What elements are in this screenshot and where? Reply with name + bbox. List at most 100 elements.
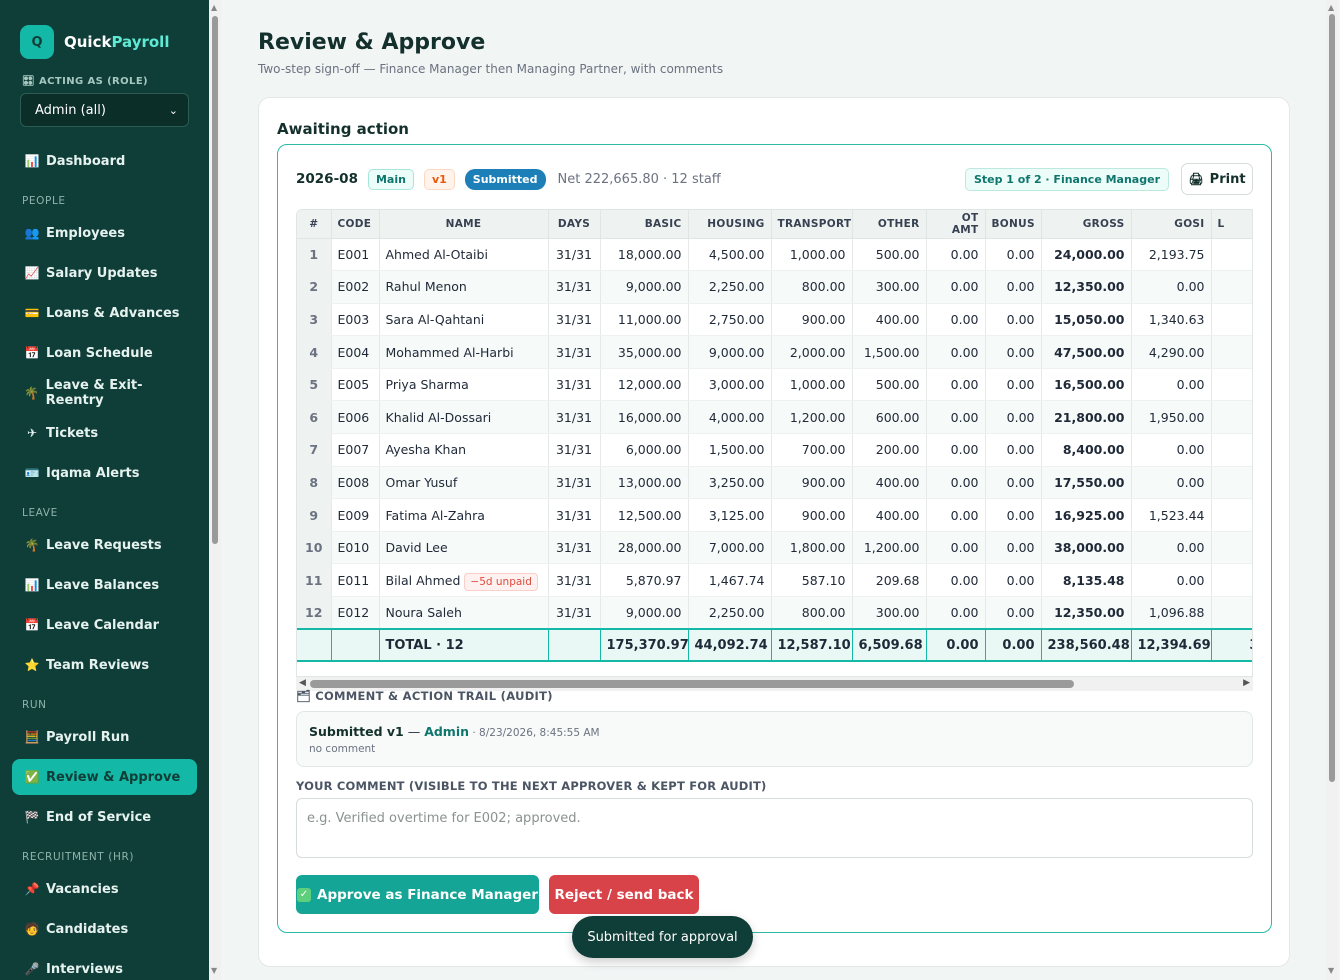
column-header[interactable]: DAYS xyxy=(548,210,601,239)
role-label: 🎛 ACTING AS (ROLE) xyxy=(22,76,149,87)
gosi-amount: 1,950.00 xyxy=(1131,400,1212,435)
days-worked: 31/31 xyxy=(548,270,601,304)
housing-amount: 3,250.00 xyxy=(688,466,772,500)
loan-amount xyxy=(1211,531,1252,565)
basic-amount: 9,000.00 xyxy=(600,270,689,304)
table-scroll-thumb[interactable] xyxy=(310,680,1074,688)
table-row[interactable]: 2 E002 Rahul Menon 31/31 9,000.00 2,250.00 800… xyxy=(297,270,1252,304)
gross-amount: 16,500.00 xyxy=(1041,368,1132,402)
scroll-left-arrow-icon[interactable]: ◀ xyxy=(299,678,306,688)
gross-amount: 16,925.00 xyxy=(1041,498,1132,532)
other-amount: 300.00 xyxy=(852,596,927,630)
table-row[interactable]: 5 E005 Priya Sharma 31/31 12,000.00 3,000.00 1… xyxy=(297,368,1252,402)
employee-name: Sara Al-Qahtani xyxy=(379,303,549,337)
table-row[interactable]: 10 E010 David Lee 31/31 28,000.00 7,000.00 1,8… xyxy=(297,531,1252,565)
housing-amount: 3,125.00 xyxy=(688,498,772,532)
total-transport: 12,587.10 xyxy=(771,628,853,663)
bonus-amount: 0.00 xyxy=(985,563,1042,598)
reject-button[interactable]: Reject / send back xyxy=(549,875,699,914)
sidebar-scroll-thumb[interactable] xyxy=(212,16,218,544)
status-badge: Submitted xyxy=(464,168,546,190)
employee-code: E003 xyxy=(331,303,380,337)
column-header[interactable]: GROSS xyxy=(1041,210,1132,239)
scroll-up-arrow-icon[interactable]: ▲ xyxy=(1328,3,1334,12)
sidebar-item-interviews[interactable]: 🎤 Interviews xyxy=(12,951,197,980)
brand[interactable]: Q QuickPayroll xyxy=(0,0,209,60)
approve-button[interactable]: ✓ Approve as Finance Manager xyxy=(296,875,539,914)
basic-amount: 5,870.97 xyxy=(600,563,689,598)
column-header[interactable]: OT AMT xyxy=(926,210,986,239)
gosi-amount: 1,096.88 xyxy=(1131,596,1212,630)
sidebar-item-loans-advances[interactable]: 💳 Loans & Advances xyxy=(12,295,197,331)
other-amount: 600.00 xyxy=(852,400,927,435)
days-worked: 31/31 xyxy=(548,596,601,630)
column-header[interactable]: BONUS xyxy=(985,210,1042,239)
table-row[interactable]: 7 E007 Ayesha Khan 31/31 6,000.00 1,500.00 700… xyxy=(297,433,1252,467)
sidebar-item-team-reviews[interactable]: ⭐ Team Reviews xyxy=(12,647,197,683)
table-row[interactable]: 1 E001 Ahmed Al-Otaibi 31/31 18,000.00 4,500.… xyxy=(297,238,1252,272)
column-header[interactable]: # xyxy=(297,210,332,239)
scroll-down-arrow-icon[interactable]: ▼ xyxy=(211,966,217,975)
sidebar-item-leave-exit-reentry[interactable]: 🌴 Leave & Exit-Reentry xyxy=(12,375,197,411)
table-row[interactable]: 6 E006 Khalid Al-Dossari 31/31 16,000.00 4,00… xyxy=(297,400,1252,435)
sidebar-item-vacancies[interactable]: 📌 Vacancies xyxy=(12,871,197,907)
sidebar-item-label: Review & Approve xyxy=(46,769,181,785)
column-header[interactable]: TRANSPORT xyxy=(771,210,853,239)
employee-name-text: Mohammed Al-Harbi xyxy=(385,344,514,360)
table-row[interactable]: 3 E003 Sara Al-Qahtani 31/31 11,000.00 2,750.… xyxy=(297,303,1252,337)
days-worked: 31/31 xyxy=(548,531,601,565)
page-scrollbar[interactable]: ▲ ▼ xyxy=(1326,0,1338,980)
page-title: Review & Approve xyxy=(258,30,486,55)
sidebar-item-payroll-run[interactable]: 🧮 Payroll Run xyxy=(12,719,197,755)
table-row[interactable]: 12 E012 Noura Saleh 31/31 9,000.00 2,250.00 80… xyxy=(297,596,1252,630)
sidebar-item-leave-requests[interactable]: 🌴 Leave Requests xyxy=(12,527,197,563)
column-header[interactable]: GOSI xyxy=(1131,210,1212,239)
sidebar-item-label: Loan Schedule xyxy=(46,345,153,361)
sidebar-item-label: Leave Requests xyxy=(46,537,162,553)
column-header[interactable]: NAME xyxy=(379,210,549,239)
payroll-table-container[interactable]: # CODE NAME DAYS BASIC HOUSING TRANSPORT OTHER O… xyxy=(296,209,1253,677)
other-amount: 209.68 xyxy=(852,563,927,598)
column-header[interactable]: BASIC xyxy=(600,210,689,239)
column-header[interactable]: OTHER xyxy=(852,210,927,239)
comment-label: YOUR COMMENT (VISIBLE TO THE NEXT APPROV… xyxy=(296,779,767,793)
comment-textarea[interactable]: e.g. Verified overtime for E002; approve… xyxy=(296,798,1253,858)
awaiting-card: Awaiting action 2026-08 Main v1 Submitte… xyxy=(258,97,1290,967)
sidebar-item-dashboard[interactable]: 📊 Dashboard xyxy=(12,143,197,179)
sidebar-item-loan-schedule[interactable]: 📅 Loan Schedule xyxy=(12,335,197,371)
column-header[interactable]: L xyxy=(1211,210,1252,239)
transport-amount: 587.10 xyxy=(771,563,853,598)
table-row[interactable]: 11 E011 Bilal Ahmed −5d unpaid 31/31 5,870.97… xyxy=(297,563,1252,598)
scroll-right-arrow-icon[interactable]: ▶ xyxy=(1243,678,1250,688)
transport-amount: 800.00 xyxy=(771,270,853,304)
scroll-up-arrow-icon[interactable]: ▲ xyxy=(211,3,217,12)
table-row[interactable]: 8 E008 Omar Yusuf 31/31 13,000.00 3,250.00 900… xyxy=(297,466,1252,500)
sidebar-item-iqama-alerts[interactable]: 🪪 Iqama Alerts xyxy=(12,455,197,491)
gross-amount: 17,550.00 xyxy=(1041,466,1132,500)
print-button[interactable]: 🖨 Print xyxy=(1181,163,1253,195)
column-header[interactable]: HOUSING xyxy=(688,210,772,239)
sidebar-item-employees[interactable]: 👥 Employees xyxy=(12,215,197,251)
sidebar-item-salary-updates[interactable]: 📈 Salary Updates xyxy=(12,255,197,291)
table-row[interactable]: 4 E004 Mohammed Al-Harbi 31/31 35,000.00 9,00… xyxy=(297,335,1252,369)
housing-amount: 7,000.00 xyxy=(688,531,772,565)
employee-name: Rahul Menon xyxy=(379,270,549,304)
sidebar-scrollbar[interactable]: ▲ ▼ xyxy=(209,0,221,980)
sidebar-item-leave-calendar[interactable]: 📅 Leave Calendar xyxy=(12,607,197,643)
total-label: TOTAL · 12 xyxy=(379,628,549,663)
sidebar-item-end-of-service[interactable]: 🏁 End of Service xyxy=(12,799,197,835)
sidebar-item-leave-balances[interactable]: 📊 Leave Balances xyxy=(12,567,197,603)
sidebar-item-review-approve[interactable]: ✅ Review & Approve xyxy=(12,759,197,795)
sidebar-item-tickets[interactable]: ✈ Tickets xyxy=(12,415,197,451)
role-select[interactable]: Admin (all) ⌄ xyxy=(20,93,189,127)
table-row[interactable]: 9 E009 Fatima Al-Zahra 31/31 12,500.00 3,125.… xyxy=(297,498,1252,532)
days-worked: 31/31 xyxy=(548,335,601,369)
housing-amount: 2,250.00 xyxy=(688,270,772,304)
bonus-amount: 0.00 xyxy=(985,270,1042,304)
sidebar-item-label: Payroll Run xyxy=(46,729,130,745)
column-header[interactable]: CODE xyxy=(331,210,380,239)
sidebar-item-candidates[interactable]: 🧑 Candidates xyxy=(12,911,197,947)
page-scroll-thumb[interactable] xyxy=(1329,14,1335,782)
scroll-down-arrow-icon[interactable]: ▼ xyxy=(1328,966,1334,975)
gosi-amount: 1,523.44 xyxy=(1131,498,1212,532)
